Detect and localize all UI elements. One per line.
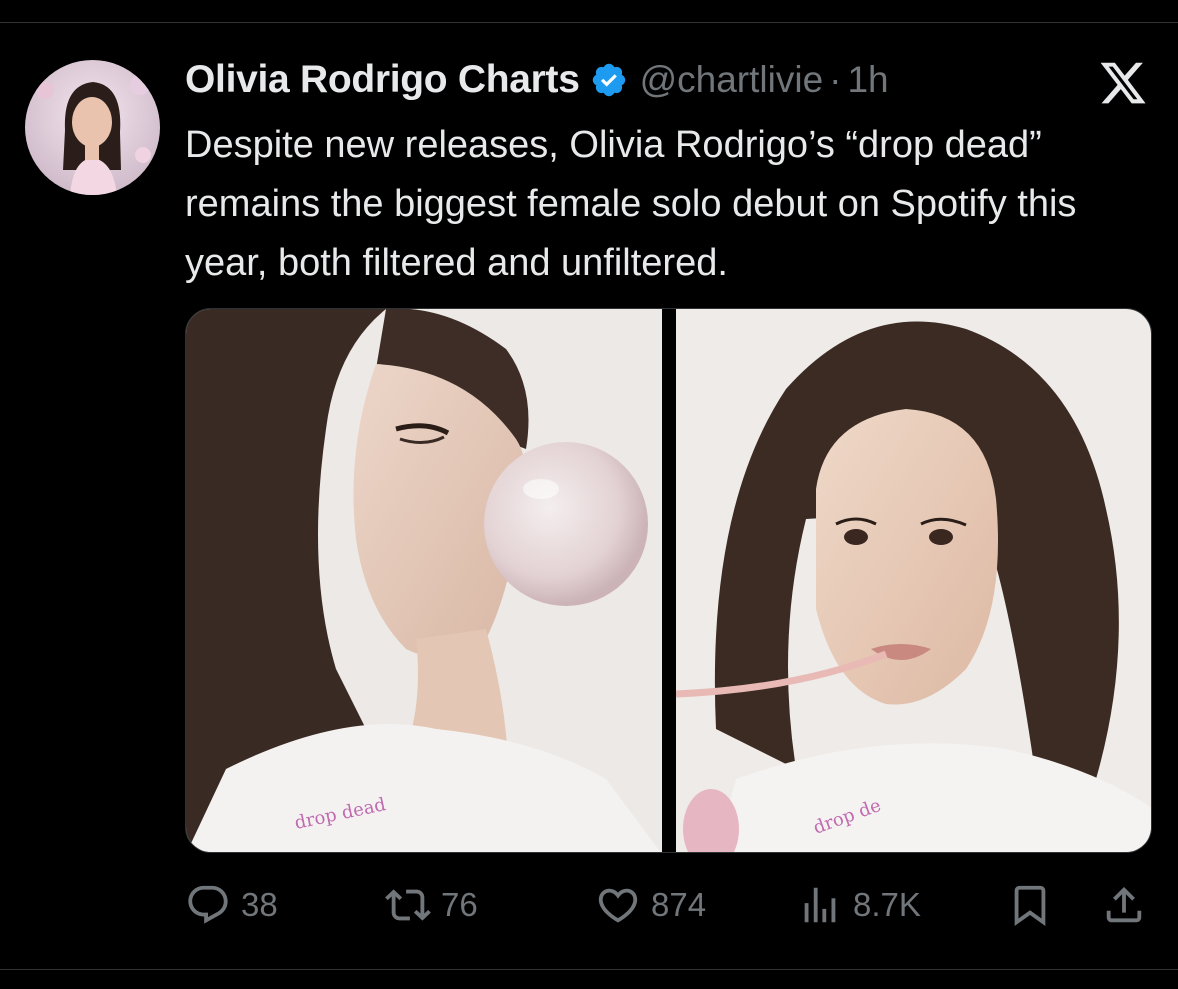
- tweet-screenshot: Olivia Rodrigo Charts @chartlivie · 1h D…: [0, 0, 1178, 989]
- views-icon: [804, 887, 836, 923]
- bookmark-icon: [1014, 885, 1046, 926]
- views-button[interactable]: 8.7K: [797, 872, 921, 938]
- avatar[interactable]: [25, 60, 160, 195]
- photo-woman-holding-gum[interactable]: drop de: [675, 309, 1151, 852]
- like-button[interactable]: 874: [595, 872, 706, 938]
- bookmark-button[interactable]: [1007, 872, 1053, 938]
- handle[interactable]: @chartlivie: [640, 59, 824, 101]
- heart-icon: [598, 888, 638, 923]
- repost-button[interactable]: 76: [385, 872, 478, 938]
- tweet-header: Olivia Rodrigo Charts @chartlivie · 1h: [185, 50, 889, 110]
- display-name[interactable]: Olivia Rodrigo Charts: [185, 58, 580, 102]
- reply-icon: [188, 885, 228, 924]
- reply-count: 38: [241, 886, 278, 923]
- reply-button[interactable]: 38: [185, 872, 278, 938]
- verified-badge-icon: [592, 63, 625, 97]
- photo-woman-blowing-bubblegum[interactable]: drop dead: [186, 309, 662, 852]
- x-logo-icon: [1100, 62, 1146, 104]
- share-icon: [1106, 886, 1142, 923]
- separator-dot: ·: [829, 59, 842, 100]
- action-bar: 38 76 874 8.7K: [185, 872, 1155, 938]
- media-grid: drop dead drop de: [185, 308, 1152, 853]
- repost-count: 76: [441, 886, 478, 923]
- share-button[interactable]: [1101, 872, 1147, 938]
- views-count: 8.7K: [853, 886, 921, 923]
- avatar-image: [25, 60, 160, 195]
- top-divider: [0, 22, 1178, 23]
- timestamp[interactable]: 1h: [847, 59, 888, 101]
- repost-icon: [385, 889, 431, 921]
- photo-left-graphic: drop dead: [186, 309, 662, 852]
- tweet-text: Despite new releases, Olivia Rodrigo’s “…: [185, 124, 1077, 284]
- like-count: 874: [651, 886, 707, 923]
- bottom-divider: [0, 969, 1178, 970]
- photo-right-graphic: drop de: [675, 309, 1151, 852]
